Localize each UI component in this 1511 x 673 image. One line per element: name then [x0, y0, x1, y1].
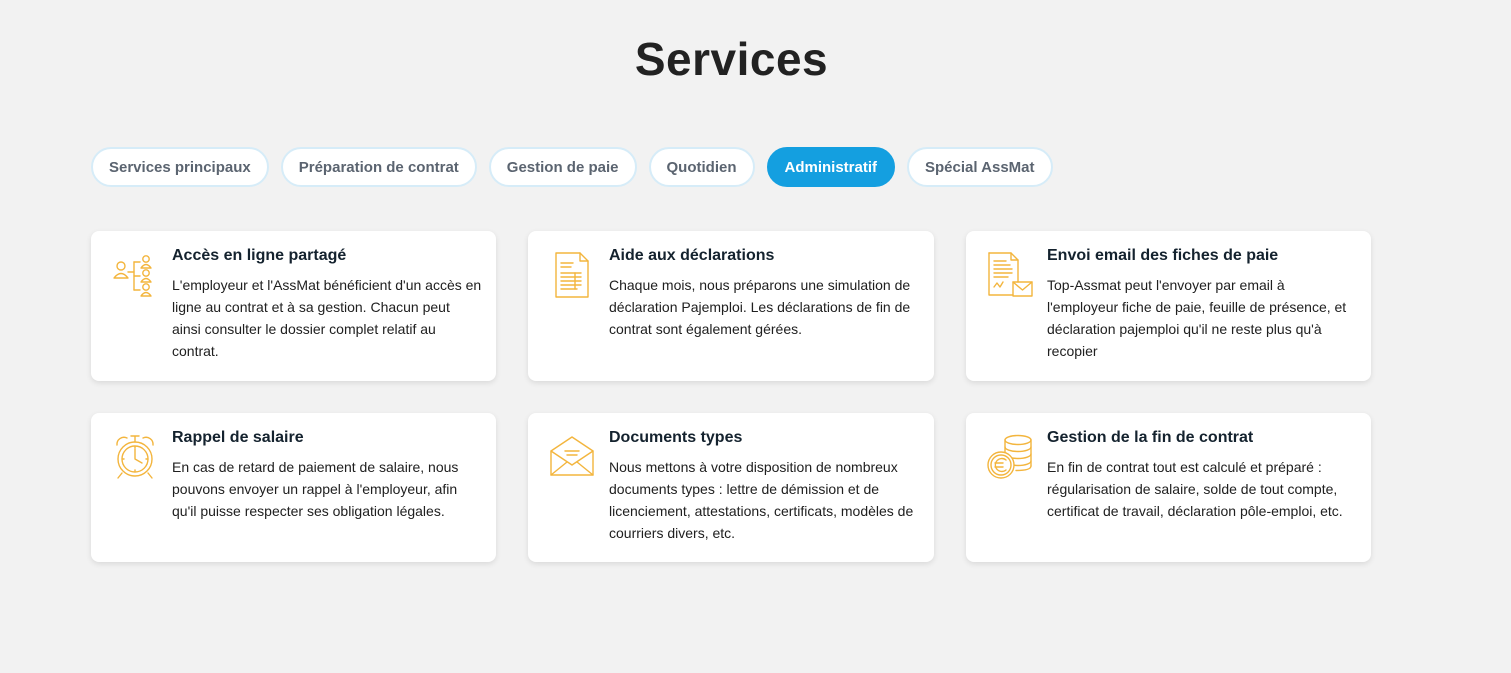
shared-access-icon: [111, 251, 159, 299]
alarm-clock-icon: [111, 433, 159, 481]
document-email-icon: [986, 251, 1034, 299]
euro-coins-icon: [986, 433, 1034, 481]
tab-quotidien[interactable]: Quotidien: [648, 147, 755, 187]
tab-services-principaux[interactable]: Services principaux: [91, 147, 269, 187]
card-text: Chaque mois, nous préparons une simulati…: [609, 277, 911, 337]
tab-preparation-de-contrat[interactable]: Préparation de contrat: [280, 147, 477, 187]
service-card-envoi-email: Envoi email des fiches de paie Top-Assma…: [966, 231, 1371, 381]
card-text: En fin de contrat tout est calculé et pr…: [1047, 459, 1343, 519]
card-title: Envoi email des fiches de paie: [1047, 247, 1279, 264]
declaration-document-icon: [548, 251, 596, 299]
tab-gestion-de-paie[interactable]: Gestion de paie: [488, 147, 637, 187]
card-title: Rappel de salaire: [172, 429, 304, 446]
card-title: Accès en ligne partagé: [172, 247, 347, 264]
tab-special-assmat[interactable]: Spécial AssMat: [907, 147, 1053, 187]
card-title: Documents types: [609, 429, 743, 446]
service-card-fin-de-contrat: Gestion de la fin de contrat En fin de c…: [966, 413, 1371, 562]
page-title: Services: [634, 33, 829, 85]
service-card-acces-en-ligne: Accès en ligne partagé L'employeur et l'…: [91, 231, 496, 381]
service-card-aide-declarations: Aide aux déclarations Chaque mois, nous …: [528, 231, 934, 381]
service-tabs: Services principaux Préparation de contr…: [91, 147, 1053, 187]
card-title: Gestion de la fin de contrat: [1047, 429, 1254, 446]
envelope-icon: [548, 433, 596, 481]
card-text: Nous mettons à votre disposition de nomb…: [609, 459, 914, 541]
service-card-rappel-salaire: Rappel de salaire En cas de retard de pa…: [91, 413, 496, 562]
card-text: En cas de retard de paiement de salaire,…: [172, 459, 459, 519]
card-text: Top-Assmat peut l'envoyer par email à l'…: [1047, 277, 1347, 359]
card-title: Aide aux déclarations: [609, 247, 775, 264]
tab-administratif[interactable]: Administratif: [766, 147, 896, 187]
service-cards: Accès en ligne partagé L'employeur et l'…: [91, 231, 1371, 562]
card-text: L'employeur et l'AssMat bénéficient d'un…: [172, 277, 482, 359]
service-card-documents-types: Documents types Nous mettons à votre dis…: [528, 413, 934, 562]
